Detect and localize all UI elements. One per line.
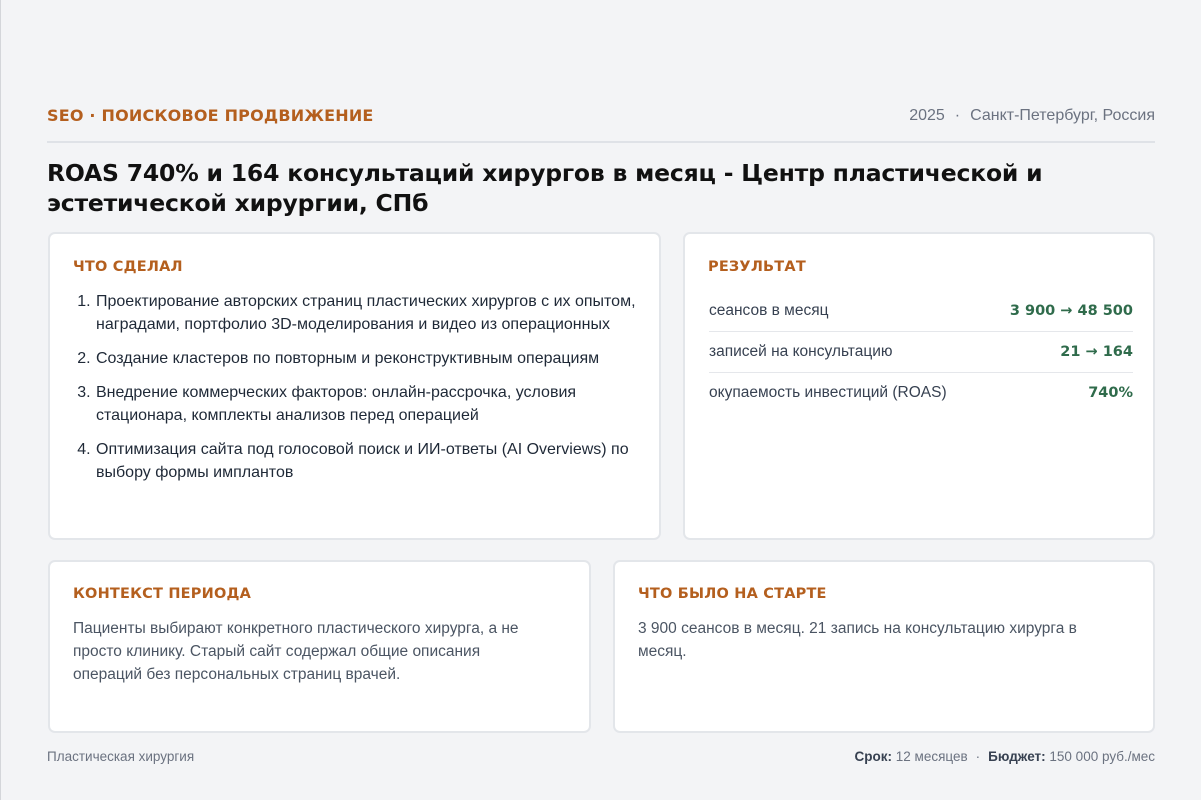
metric-value: 3 900 → 48 500 <box>1009 303 1133 319</box>
year-label: 2025 <box>909 107 945 124</box>
what-did-list: Проектирование авторских страниц пластич… <box>73 290 655 495</box>
what-did-card: ЧТО СДЕЛАЛ Проектирование авторских стра… <box>48 232 661 540</box>
context-text: Пациенты выбирают конкретного пластическ… <box>73 620 519 683</box>
what-did-heading: ЧТО СДЕЛАЛ <box>73 259 183 275</box>
term-value: 12 месяцев <box>895 749 968 764</box>
case-footer: Пластическая хирургия Срок: 12 месяцев · Б… <box>47 745 1155 769</box>
niche-label: Пластическая хирургия <box>47 749 195 764</box>
start-card: ЧТО БЫЛО НА СТАРТЕ 3 900 сеансов в месяц… <box>613 560 1155 733</box>
result-metrics: сеансов в месяц 3 900 → 48 500 записей н… <box>709 291 1133 413</box>
budget-label: Бюджет: <box>988 749 1046 764</box>
metric-value: 21 → 164 <box>1060 344 1133 360</box>
result-card: РЕЗУЛЬТАТ сеансов в месяц 3 900 → 48 500… <box>683 232 1155 540</box>
budget-value: 150 000 руб./мес <box>1049 749 1155 764</box>
case-meta: 2025 · Санкт-Петербург, Россия <box>909 100 1155 131</box>
start-text: 3 900 сеансов в месяц. 21 запись на конс… <box>638 620 1077 660</box>
metric-value: 740% <box>1088 385 1133 401</box>
list-item: Проектирование авторских страниц пластич… <box>95 290 655 336</box>
metric-label: записей на консультацию <box>709 343 893 360</box>
footer-separator: · <box>975 749 981 764</box>
metric-row: сеансов в месяц 3 900 → 48 500 <box>709 291 1133 332</box>
terms: Срок: 12 месяцев · Бюджет: 150 000 руб./ме… <box>855 745 1155 769</box>
metric-row: окупаемость инвестиций (ROAS) 740% <box>709 373 1133 413</box>
list-item: Оптимизация сайта под голосовой поиск и … <box>95 438 655 484</box>
metric-label: окупаемость инвестиций (ROAS) <box>709 384 947 401</box>
metric-label: сеансов в месяц <box>709 302 829 319</box>
list-item: Создание кластеров по повторным и реконс… <box>95 347 655 370</box>
term-label: Срок: <box>854 749 893 764</box>
case-header: SEO · ПОИСКОВОЕ ПРОДВИЖЕНИЕ 2025 · Санкт-П… <box>47 100 1155 143</box>
location-label: Санкт-Петербург, Россия <box>970 107 1155 124</box>
context-card: КОНТЕКСТ ПЕРИОДА Пациенты выбирают конкр… <box>48 560 591 733</box>
start-heading: ЧТО БЫЛО НА СТАРТЕ <box>638 586 827 602</box>
category-label: SEO · ПОИСКОВОЕ ПРОДВИЖЕНИЕ <box>47 106 374 125</box>
page-title: ROAS 740% и 164 консультаций хирургов в … <box>47 159 1043 217</box>
meta-separator: · <box>954 107 961 124</box>
metric-row: записей на консультацию 21 → 164 <box>709 332 1133 373</box>
result-heading: РЕЗУЛЬТАТ <box>708 259 806 275</box>
list-item: Внедрение коммерческих факторов: онлайн-… <box>95 381 655 427</box>
case-study-page: SEO · ПОИСКОВОЕ ПРОДВИЖЕНИЕ 2025 · Санкт-П… <box>1 0 1201 800</box>
context-heading: КОНТЕКСТ ПЕРИОДА <box>73 586 252 602</box>
